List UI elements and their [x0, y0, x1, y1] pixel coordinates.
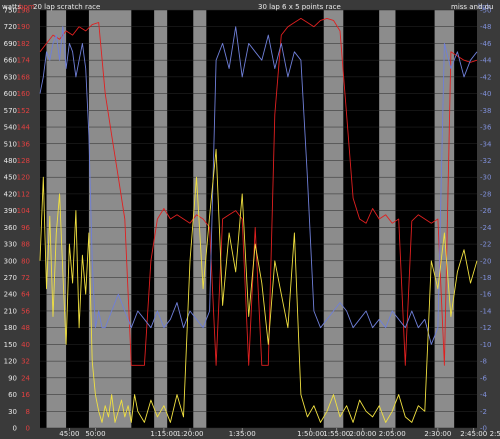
kph-tick-11: -22: [480, 241, 491, 249]
kph-tick-6: -12: [480, 324, 491, 332]
kph-tick-15: -30: [480, 174, 491, 182]
watts-tick-21: 630: [4, 73, 17, 81]
watts-tick-16: 480: [4, 157, 17, 165]
bpm-tick-0: 0: [26, 425, 30, 433]
bpm-tick-5: 40: [21, 341, 30, 349]
x-tick-label-0: 45:00: [59, 430, 79, 438]
kph-tick-19: -38: [480, 107, 491, 115]
x-tick-label-9: 2:30:00: [424, 430, 451, 438]
bpm-tick-6: 48: [21, 324, 30, 332]
watts-tick-12: 360: [4, 224, 17, 232]
bpm-tick-8: 64: [21, 291, 30, 299]
watts-tick-23: 690: [4, 40, 17, 48]
kph-tick-1: -2: [480, 408, 487, 416]
bpm-tick-10: 80: [21, 257, 30, 265]
kph-tick-20: -40: [480, 90, 491, 98]
x-tick-label-3: 1:20:00: [177, 430, 204, 438]
watts-tick-0: 0: [13, 425, 17, 433]
bpm-tick-12: 96: [21, 224, 30, 232]
kph-tick-2: -4: [480, 391, 488, 399]
x-tick-label-5: 1:50:00: [297, 430, 324, 438]
watts-tick-13: 390: [4, 207, 17, 215]
kph-tick-3: -6: [480, 374, 488, 382]
bpm-tick-22: 174: [17, 57, 31, 65]
kph-tick-17: -34: [480, 140, 492, 148]
x-tick-label-6: 1:55:00: [323, 430, 350, 438]
watts-tick-1: 30: [8, 408, 17, 416]
bpm-tick-2: 16: [21, 391, 30, 399]
x-tick-label-8: 2:05:00: [379, 430, 406, 438]
x-tick-label-1: 50:00: [85, 430, 105, 438]
kph-tick-16: -32: [480, 157, 491, 165]
bpm-tick-19: 152: [17, 107, 30, 115]
bpm-tick-16: 128: [17, 157, 30, 165]
watts-tick-24: 720: [4, 23, 17, 31]
training-chart: 0306090120150180210240270300330360390420…: [0, 0, 500, 439]
watts-tick-22: 660: [4, 57, 17, 65]
x-tick-label-2: 1:15:00: [150, 430, 177, 438]
bpm-tick-20: 160: [17, 90, 30, 98]
rest-period-3: [193, 10, 207, 428]
bpm-tick-23: 182: [17, 40, 30, 48]
bpm-tick-7: 56: [21, 307, 30, 315]
rest-period-2: [154, 10, 168, 428]
watts-tick-5: 150: [4, 341, 17, 349]
watts-tick-20: 600: [4, 90, 17, 98]
bpm-tick-4: 32: [21, 358, 30, 366]
watts-tick-10: 300: [4, 257, 17, 265]
watts-tick-11: 330: [4, 241, 17, 249]
bpm-tick-15: 120: [17, 174, 30, 182]
kph-tick-5: -10: [480, 341, 491, 349]
x-tick-label-10: 2:45:00: [460, 430, 487, 438]
bpm-tick-24: 190: [17, 23, 30, 31]
rest-period-4: [323, 10, 344, 428]
kph-tick-22: -44: [480, 57, 492, 65]
x-tick-label-7: 2:00:00: [349, 430, 376, 438]
kph-tick-21: -42: [480, 73, 491, 81]
bpm-tick-3: 24: [21, 374, 30, 382]
kph-tick-14: -28: [480, 190, 491, 198]
kph-tick-13: -26: [480, 207, 492, 215]
watts-tick-18: 540: [4, 124, 17, 132]
kph-tick-18: -36: [480, 124, 492, 132]
bpm-tick-9: 72: [21, 274, 30, 282]
bpm-tick-1: 8: [26, 408, 30, 416]
watts-tick-4: 120: [4, 358, 17, 366]
annotation-scratch-race: 20 lap scratch race: [33, 3, 100, 11]
kph-tick-10: -20: [480, 257, 491, 265]
bpm-tick-14: 112: [17, 190, 30, 198]
bpm-tick-13: 104: [17, 207, 31, 215]
kph-tick-7: -14: [480, 307, 492, 315]
kph-tick-23: -46: [480, 40, 492, 48]
bpm-tick-11: 88: [21, 241, 30, 249]
bpm-tick-17: 136: [17, 140, 31, 148]
watts-tick-9: 270: [4, 274, 17, 282]
kph-tick-9: -18: [480, 274, 491, 282]
rest-period-5: [379, 10, 396, 428]
watts-tick-14: 420: [4, 190, 17, 198]
kph-tick-4: -8: [480, 358, 487, 366]
kph-tick-12: -24: [480, 224, 492, 232]
x-tick-label-4: 1:35:00: [229, 430, 256, 438]
kph-tick-24: -48: [480, 23, 491, 31]
watts-tick-6: 180: [4, 324, 17, 332]
annotation-miss-and-out: miss and ou: [451, 3, 493, 11]
watts-tick-2: 60: [8, 391, 17, 399]
watts-tick-7: 210: [4, 307, 17, 315]
x-tick-label-11: 2:50:00: [490, 430, 500, 438]
annotation-points-race: 30 lap 6 x 5 points race: [258, 3, 341, 11]
watts-tick-15: 450: [4, 174, 17, 182]
bpm-tick-21: 168: [17, 73, 30, 81]
kph-tick-8: -16: [480, 291, 492, 299]
bpm-tick-18: 144: [17, 124, 31, 132]
watts-tick-17: 510: [4, 140, 17, 148]
watts-tick-3: 90: [8, 374, 17, 382]
watts-tick-8: 240: [4, 291, 17, 299]
watts-tick-19: 570: [4, 107, 17, 115]
